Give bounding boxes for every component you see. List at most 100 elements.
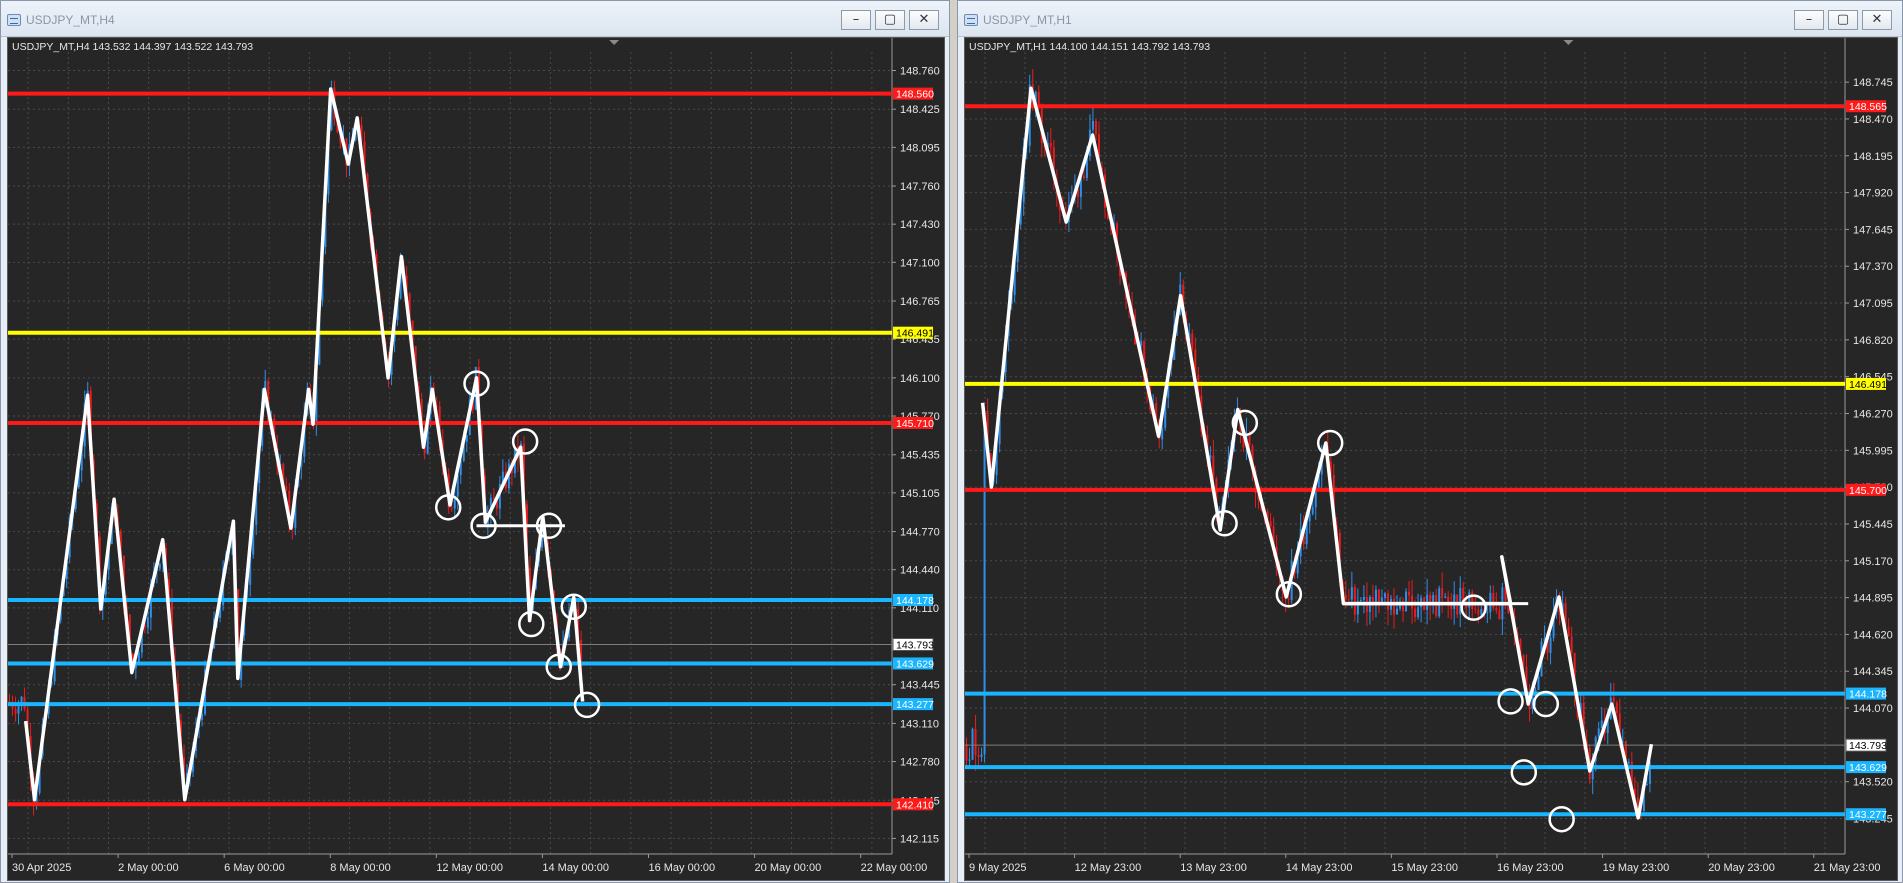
price-tick-label: 147.920: [1853, 188, 1893, 200]
price-tick-label: 145.435: [900, 450, 940, 462]
window-titlebar[interactable]: USDJPY_MT,H1 – ▢ ✕: [958, 1, 1902, 37]
time-tick-label: 20 May 00:00: [755, 862, 822, 874]
candle-body: [1435, 594, 1438, 617]
candle-body: [1612, 697, 1615, 703]
current-price-label: 143.793: [1849, 740, 1887, 752]
price-chart-h1[interactable]: 148.745 148.470 148.195 147.920 147.645 147.3…: [964, 37, 1898, 881]
price-tick-label: 146.820: [1853, 335, 1893, 347]
time-tick-label: 13 May 23:00: [1180, 862, 1247, 874]
candle-body: [1417, 607, 1420, 618]
price-tick-label: 147.100: [900, 257, 940, 269]
candle-body: [1615, 702, 1618, 714]
price-tick-label: 148.760: [900, 65, 940, 77]
time-tick-label: 12 May 00:00: [436, 862, 503, 874]
price-tick-label: 146.270: [1853, 409, 1893, 421]
price-chart-h4[interactable]: 148.760 148.425 148.095 147.760 147.430 147.1…: [7, 37, 945, 881]
candle-body: [977, 755, 980, 758]
window-title: USDJPY_MT,H4: [26, 13, 115, 27]
chart-window-h1[interactable]: USDJPY_MT,H1 – ▢ ✕ 148.745 148.470 148.195…: [957, 0, 1903, 883]
swing-point-circle: [1510, 759, 1538, 786]
level-price-label: 146.491: [1849, 379, 1887, 391]
time-tick-label: 14 May 23:00: [1286, 862, 1353, 874]
time-tick-label: 30 Apr 2025: [12, 862, 71, 874]
time-tick-label: 12 May 23:00: [1075, 862, 1142, 874]
candle-body: [1362, 597, 1365, 601]
time-tick-label: 15 May 23:00: [1391, 862, 1458, 874]
price-tick-label: 145.170: [1853, 556, 1893, 568]
time-tick-label: 20 May 23:00: [1708, 862, 1775, 874]
level-price-label: 144.178: [896, 595, 934, 607]
swing-point-circle: [1532, 690, 1560, 718]
window-titlebar[interactable]: USDJPY_MT,H4 – ▢ ✕: [1, 1, 949, 37]
level-price-label: 145.700: [1849, 485, 1887, 497]
price-tick-label: 145.105: [900, 488, 940, 500]
time-tick-label: 21 May 23:00: [1814, 862, 1881, 874]
candle-body: [971, 728, 974, 760]
candle-body: [137, 652, 140, 663]
chart-shift-marker: [609, 40, 620, 45]
candle-body: [1350, 587, 1353, 600]
candle-body: [1474, 609, 1477, 611]
candle-body: [1347, 599, 1350, 601]
chart-info-ohlc: USDJPY_MT,H4 143.532 144.397 143.522 143…: [12, 41, 253, 53]
candle-body: [1091, 120, 1094, 130]
candle-body: [968, 759, 971, 761]
price-tick-label: 147.760: [900, 181, 940, 193]
price-tick-label: 144.620: [1853, 629, 1893, 641]
candle-body: [1627, 761, 1630, 764]
candle-body: [1386, 593, 1389, 610]
price-chart-svg[interactable]: 148.760 148.425 148.095 147.760 147.430 147.1…: [8, 38, 944, 880]
chart-window-h4[interactable]: USDJPY_MT,H4 – ▢ ✕ 148.760 148.425 148.095…: [0, 0, 950, 883]
price-chart-svg[interactable]: 148.745 148.470 148.195 147.920 147.645 147.3…: [965, 38, 1897, 880]
candle-body: [1570, 636, 1573, 653]
candle-body: [1161, 427, 1164, 440]
candle-body: [1480, 608, 1483, 615]
price-tick-label: 148.745: [1853, 77, 1893, 89]
price-tick-label: 143.110: [900, 718, 939, 730]
close-button[interactable]: ✕: [1862, 10, 1892, 30]
price-tick-label: 146.100: [900, 373, 940, 385]
candle-body: [1597, 728, 1600, 738]
price-tick-label: 147.430: [900, 219, 940, 231]
chart-info-ohlc: USDJPY_MT,H1 144.100 144.151 143.792 143…: [969, 41, 1210, 53]
price-tick-label: 147.095: [1853, 298, 1893, 310]
candle-body: [1444, 596, 1447, 598]
candle-body: [1311, 507, 1314, 514]
chart-shift-marker: [1563, 40, 1574, 45]
candle-body: [450, 508, 453, 510]
candle-body: [1396, 608, 1399, 615]
level-price-label: 148.565: [1849, 101, 1887, 113]
candle-body: [1414, 608, 1417, 618]
maximize-button[interactable]: ▢: [875, 10, 905, 30]
close-button[interactable]: ✕: [909, 10, 939, 30]
candle-body: [1405, 591, 1408, 612]
minimize-button[interactable]: –: [841, 10, 871, 30]
candle-body: [14, 708, 17, 714]
window-title: USDJPY_MT,H1: [983, 13, 1072, 27]
time-tick-label: 19 May 23:00: [1603, 862, 1670, 874]
maximize-button[interactable]: ▢: [1828, 10, 1858, 30]
candle-body: [1567, 626, 1570, 637]
candle-body: [1549, 637, 1552, 653]
minimize-button[interactable]: –: [1794, 10, 1824, 30]
price-tick-label: 145.995: [1853, 445, 1893, 457]
price-tick-label: 148.195: [1853, 151, 1893, 163]
candle-body: [1453, 594, 1456, 610]
chart-window-icon: [7, 14, 21, 26]
candle-body: [1537, 676, 1540, 691]
candle-body: [1191, 333, 1194, 350]
candle-body: [1393, 598, 1395, 615]
candle-body: [1269, 521, 1272, 527]
candle-body: [1645, 784, 1648, 786]
price-tick-label: 144.345: [1853, 666, 1893, 678]
candle-body: [1082, 175, 1085, 179]
time-tick-label: 16 May 23:00: [1497, 862, 1564, 874]
price-tick-label: 143.445: [900, 680, 940, 692]
candle-body: [146, 617, 149, 628]
price-tick-label: 142.780: [900, 757, 940, 769]
price-tick-label: 145.445: [1853, 519, 1893, 531]
level-price-label: 142.410: [896, 799, 934, 811]
price-tick-label: 144.070: [1853, 703, 1893, 715]
candle-body: [1408, 591, 1411, 596]
candle-body: [980, 754, 983, 758]
